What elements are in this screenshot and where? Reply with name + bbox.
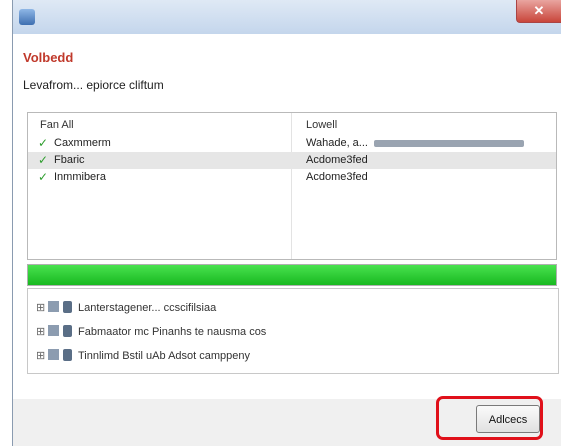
row-status-wrap: Wahade, a... <box>306 137 524 149</box>
row-status: Acdome3fed <box>306 154 368 166</box>
expand-icon[interactable]: ⊞ <box>36 349 46 362</box>
status-table: Fan All Lowell ✓ Caxmmerm Wahade, a... ✓… <box>27 112 557 260</box>
column-header-status[interactable]: Lowell <box>306 119 337 131</box>
row-status: Acdome3fed <box>306 171 368 183</box>
step-item[interactable]: ⊞ Tinnlimd Bstil uAb Adsot camppeny <box>36 349 250 362</box>
column-header-name[interactable]: Fan All <box>40 119 74 131</box>
step-item[interactable]: ⊞ Fabmaator mc Pinanhs te nausma cos <box>36 325 266 338</box>
row-status: Wahade, a... <box>306 137 368 149</box>
step-list: ⊞ Lanterstagener... ccscifilsiaa ⊞ Fabmaat… <box>27 288 559 374</box>
table-row[interactable]: ✓ Caxmmerm Wahade, a... <box>28 135 556 152</box>
database-icon <box>63 349 72 361</box>
step-box-icon <box>48 325 59 336</box>
close-button[interactable]: ✕ <box>516 0 561 23</box>
row-name: Inmmibera <box>54 171 106 183</box>
checkmark-icon: ✓ <box>38 170 49 184</box>
page-title: Volbedd <box>23 50 74 65</box>
redacted-bar <box>373 139 524 147</box>
expand-icon[interactable]: ⊞ <box>36 325 46 338</box>
progress-bar <box>27 264 557 286</box>
progress-fill <box>28 265 556 285</box>
step-item[interactable]: ⊞ Lanterstagener... ccscifilsiaa <box>36 301 216 314</box>
page-subtitle: Levafrom... epiorce cliftum <box>23 78 164 92</box>
row-name: Fbaric <box>54 154 85 166</box>
table-row[interactable]: ✓ Fbaric Acdome3fed <box>28 152 556 169</box>
row-name: Caxmmerm <box>54 137 111 149</box>
main-content: Volbedd Levafrom... epiorce cliftum Fan … <box>13 34 561 399</box>
step-label: Fabmaator mc Pinanhs te nausma cos <box>78 326 267 338</box>
step-label: Tinnlimd Bstil uAb Adsot camppeny <box>78 350 251 362</box>
expand-icon[interactable]: ⊞ <box>36 301 46 314</box>
checkmark-icon: ✓ <box>38 153 49 167</box>
table-row[interactable]: ✓ Inmmibera Acdome3fed <box>28 169 556 186</box>
next-button[interactable]: Adlcecs <box>476 405 540 433</box>
step-box-icon <box>48 349 59 360</box>
step-box-icon <box>48 301 59 312</box>
database-icon <box>63 301 72 313</box>
title-bar[interactable]: ✕ <box>13 0 561 35</box>
installer-window: ✕ Volbedd Levafrom... epiorce cliftum Fa… <box>12 0 561 446</box>
checkmark-icon: ✓ <box>38 136 49 150</box>
app-icon <box>19 9 35 25</box>
step-label: Lanterstagener... ccscifilsiaa <box>78 302 217 314</box>
database-icon <box>63 325 72 337</box>
